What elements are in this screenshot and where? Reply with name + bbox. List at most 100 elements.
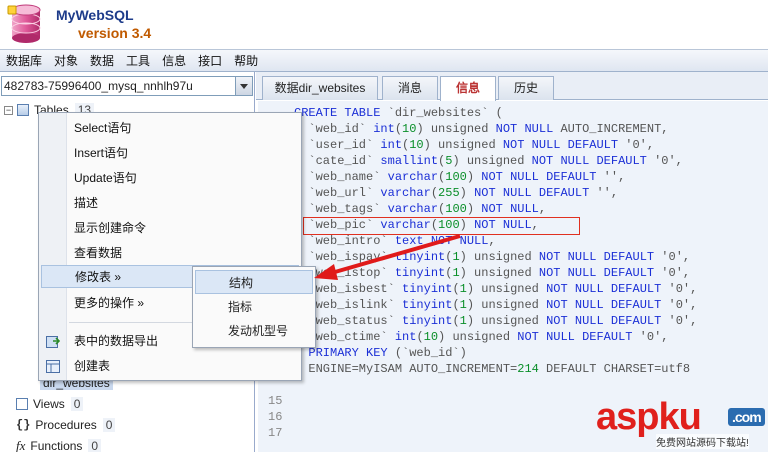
code-token: ): [466, 202, 482, 216]
menu-data[interactable]: 数据: [90, 52, 114, 69]
code-token: 100: [445, 170, 467, 184]
watermark-tag: .com: [728, 408, 765, 426]
code-token: 1: [459, 314, 467, 328]
code-line: CREATE TABLE `dir_websites` (: [258, 105, 768, 121]
code-token: int: [394, 330, 417, 344]
procedure-icon: {}: [16, 418, 31, 432]
submenu-item-structure[interactable]: 结构: [195, 270, 313, 294]
code-token: varchar: [387, 202, 439, 216]
code-token: ) unsigned: [466, 298, 547, 312]
code-token: '0',: [646, 154, 683, 168]
code-token: ENGINE=MyISAM AUTO_INCREMENT=: [294, 362, 518, 376]
tab-info[interactable]: 信息: [440, 76, 496, 101]
tree-procedures[interactable]: {} Procedures 0: [16, 416, 116, 434]
views-count: 0: [70, 397, 84, 411]
code-token: DEFAULT CHARSET=utf8: [538, 362, 691, 376]
code-token: '0',: [661, 282, 698, 296]
code-token: '',: [589, 186, 619, 200]
menu-item-insert[interactable]: Insert语句: [39, 142, 301, 165]
code-token: varchar: [387, 170, 439, 184]
code-line: `web_islink` tinyint(1) unsigned NOT NUL…: [258, 297, 768, 313]
menu-info[interactable]: 信息: [162, 52, 186, 69]
code-token: '0',: [661, 314, 698, 328]
code-line: PRIMARY KEY (`web_id`): [258, 345, 768, 361]
code-token: PRIMARY KEY: [294, 346, 388, 360]
code-token: 10: [409, 138, 424, 152]
code-line: `user_id` int(10) unsigned NOT NULL DEFA…: [258, 137, 768, 153]
code-token: tinyint: [402, 314, 453, 328]
code-token: NOT NULL DEFAULT: [474, 186, 590, 200]
submenu-item-indexes[interactable]: 指标: [193, 295, 315, 319]
functions-count: 0: [88, 439, 102, 452]
code-token: NOT NULL DEFAULT: [538, 266, 655, 280]
menu-tools[interactable]: 工具: [126, 52, 150, 69]
code-token: `dir_websites` (: [387, 106, 503, 120]
code-token: NOT NULL DEFAULT: [546, 298, 662, 312]
code-line: ENGINE=MyISAM AUTO_INCREMENT=214 DEFAULT…: [258, 361, 768, 377]
view-icon: [16, 398, 28, 410]
code-token: `cate_id`: [294, 154, 381, 168]
code-token: ): [466, 170, 482, 184]
code-token: NOT NULL: [481, 202, 539, 216]
code-line: `web_name` varchar(100) NOT NULL DEFAULT…: [258, 169, 768, 185]
procedures-count: 0: [102, 418, 116, 432]
code-token: `web_name`: [294, 170, 388, 184]
code-token: NOT NULL DEFAULT: [546, 314, 662, 328]
code-token: ) unsigned: [423, 138, 503, 152]
code-token: `user_id`: [294, 138, 381, 152]
menu-item-view-data[interactable]: 查看数据: [39, 242, 301, 265]
collapse-icon[interactable]: −: [4, 105, 13, 115]
menu-database[interactable]: 数据库: [6, 52, 42, 69]
menu-interface[interactable]: 接口: [198, 52, 222, 69]
code-token: `web_tags`: [294, 202, 388, 216]
code-line: `web_tags` varchar(100) NOT NULL,: [258, 201, 768, 217]
code-token: varchar: [380, 186, 431, 200]
tree-views[interactable]: Views 0: [16, 395, 84, 413]
app-header: MyWebSQL version 3.4: [0, 0, 768, 49]
database-selector[interactable]: 482783-75996400_mysq_nnhlh97u: [1, 76, 253, 96]
menu-item-select[interactable]: Select语句: [39, 117, 301, 140]
code-token: NOT NULL DEFAULT: [502, 138, 619, 152]
app-version: version 3.4: [78, 25, 152, 41]
menu-item-show-create[interactable]: 显示创建命令: [39, 217, 301, 240]
tab-data[interactable]: 数据dir_websites: [262, 76, 378, 100]
tree-functions[interactable]: fx Functions 0: [16, 437, 102, 452]
code-token: 1: [459, 298, 467, 312]
code-token: '0',: [632, 330, 669, 344]
code-token: '0',: [618, 138, 655, 152]
code-token: ): [459, 186, 475, 200]
annotation-arrow-icon: [314, 234, 461, 280]
code-token: '0',: [654, 266, 691, 280]
watermark-text: aspku: [596, 396, 702, 438]
submenu-item-engine[interactable]: 发动机型号: [193, 319, 315, 343]
menu-item-describe[interactable]: 描述: [39, 192, 301, 215]
code-token: NOT NULL DEFAULT: [517, 330, 633, 344]
code-token: ,: [488, 234, 496, 248]
menu-item-create-table[interactable]: 创建表: [39, 355, 301, 378]
tab-history[interactable]: 历史: [498, 76, 554, 100]
database-logo-icon: [7, 4, 41, 43]
menu-help[interactable]: 帮助: [234, 52, 258, 69]
menubar: 数据库 对象 数据 工具 信息 接口 帮助: [0, 49, 768, 72]
code-line: `web_status` tinyint(1) unsigned NOT NUL…: [258, 313, 768, 329]
code-token: 10: [402, 122, 417, 136]
watermark-subtitle: 免费网站源码下载站!: [656, 434, 749, 449]
code-token: int: [380, 138, 403, 152]
code-token: (: [394, 122, 403, 136]
code-line: `cate_id` smallint(5) unsigned NOT NULL …: [258, 153, 768, 169]
code-token: NOT NULL DEFAULT: [531, 154, 647, 168]
tab-messages[interactable]: 消息: [382, 76, 438, 100]
code-token: NOT NULL: [495, 122, 554, 136]
menu-item-update[interactable]: Update语句: [39, 167, 301, 190]
functions-label: Functions: [30, 439, 83, 452]
code-token: (: [416, 330, 424, 344]
code-line: `web_url` varchar(255) NOT NULL DEFAULT …: [258, 185, 768, 201]
dropdown-arrow-icon[interactable]: [235, 77, 252, 95]
function-icon: fx: [16, 438, 26, 452]
code-token: (: [430, 186, 439, 200]
code-token: ) unsigned: [416, 122, 496, 136]
code-token: NOT NULL DEFAULT: [481, 170, 597, 184]
menu-objects[interactable]: 对象: [54, 52, 78, 69]
views-label: Views: [33, 397, 65, 411]
